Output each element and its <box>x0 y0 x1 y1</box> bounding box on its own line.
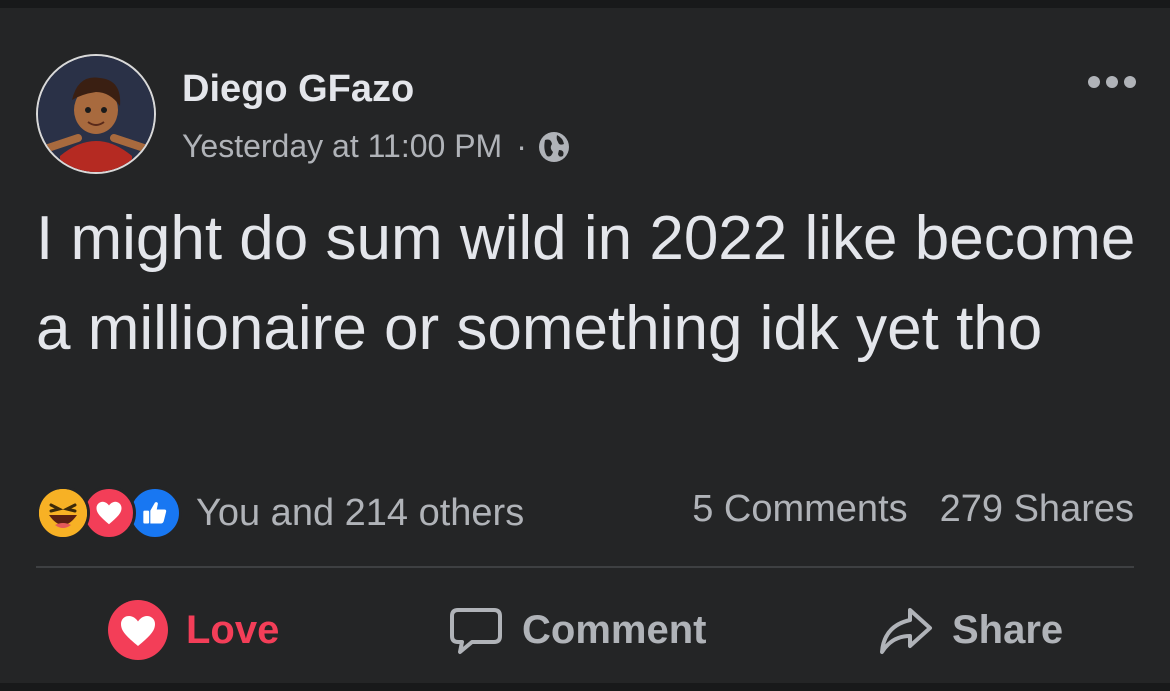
author-name[interactable]: Diego GFazo <box>182 68 414 111</box>
post-timestamp[interactable]: Yesterday at 11:00 PM <box>182 128 502 165</box>
more-dot <box>1088 76 1100 88</box>
love-label: Love <box>186 607 280 652</box>
love-button[interactable]: Love <box>108 588 279 672</box>
share-icon <box>880 608 932 654</box>
post-counts: 5 Comments 279 Shares <box>692 488 1134 531</box>
more-dot <box>1124 76 1136 88</box>
divider <box>36 566 1134 568</box>
reactions-summary[interactable]: You and 214 others <box>36 486 524 540</box>
meta-separator: · <box>516 128 527 164</box>
reactions-text: You and 214 others <box>196 491 525 534</box>
post-card: Diego GFazo Yesterday at 11:00 PM · I mi… <box>0 8 1170 683</box>
avatar[interactable] <box>36 54 156 174</box>
comments-count[interactable]: 5 Comments <box>692 488 907 531</box>
haha-icon <box>36 486 90 540</box>
post-meta: Yesterday at 11:00 PM · <box>182 128 571 165</box>
love-icon <box>108 600 168 660</box>
comment-button[interactable]: Comment <box>448 588 706 672</box>
comment-icon <box>450 608 502 654</box>
globe-icon <box>538 131 569 162</box>
like-icon <box>128 486 182 540</box>
love-icon <box>82 486 136 540</box>
more-options-button[interactable] <box>1088 76 1136 88</box>
post-actions: Love Comment Share <box>0 588 1170 672</box>
share-label: Share <box>952 607 1064 652</box>
share-button[interactable]: Share <box>878 588 1063 672</box>
comment-label: Comment <box>522 607 707 652</box>
shares-count[interactable]: 279 Shares <box>940 488 1134 531</box>
post-text: I might do sum wild in 2022 like become … <box>36 204 1136 363</box>
avatar-image <box>38 56 154 172</box>
more-dot <box>1106 76 1118 88</box>
